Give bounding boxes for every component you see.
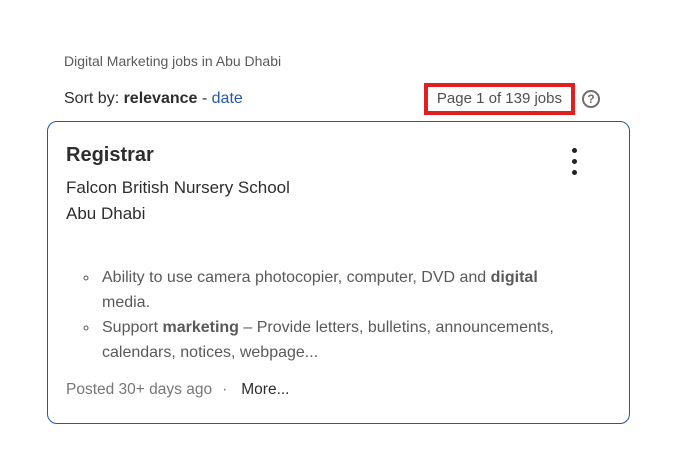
company-name: Falcon British Nursery School: [66, 178, 290, 197]
job-card-header: Registrar Falcon British Nursery School …: [66, 142, 611, 227]
help-icon[interactable]: ?: [582, 90, 600, 108]
sort-by-controls: Sort by: relevance - date: [64, 90, 243, 108]
footer-dot-separator: ·: [222, 381, 228, 398]
page-count-badge: Page 1 of 139 jobs: [423, 83, 575, 115]
snippet-item: Ability to use camera photocopier, compu…: [99, 265, 566, 315]
job-snippet-list: Ability to use camera photocopier, compu…: [66, 265, 566, 365]
sort-by-label: Sort by:: [64, 90, 124, 107]
posted-date: Posted 30+ days ago: [66, 381, 213, 398]
job-card[interactable]: Registrar Falcon British Nursery School …: [47, 121, 630, 424]
more-link[interactable]: More...: [241, 381, 289, 399]
job-location: Abu Dhabi: [66, 204, 146, 223]
sort-date-link[interactable]: date: [212, 90, 243, 107]
search-results-page: Digital Marketing jobs in Abu Dhabi Sort…: [47, 0, 630, 424]
kebab-dot: [572, 159, 577, 164]
job-card-footer: Posted 30+ days ago · More...: [66, 381, 611, 399]
sort-bar: Sort by: relevance - date Page 1 of 139 …: [47, 83, 630, 115]
sort-relevance-option[interactable]: relevance: [124, 90, 198, 107]
kebab-dot: [572, 170, 577, 175]
sort-separator: -: [197, 90, 212, 107]
job-card-heading-block: Registrar Falcon British Nursery School …: [66, 142, 290, 227]
page-info-group: Page 1 of 139 jobs ?: [423, 83, 600, 115]
breadcrumb: Digital Marketing jobs in Abu Dhabi: [64, 53, 282, 69]
job-title[interactable]: Registrar: [66, 142, 290, 168]
kebab-dot: [572, 148, 577, 153]
kebab-menu-icon[interactable]: [562, 142, 587, 181]
snippet-item: Support marketing – Provide letters, bul…: [99, 315, 566, 365]
